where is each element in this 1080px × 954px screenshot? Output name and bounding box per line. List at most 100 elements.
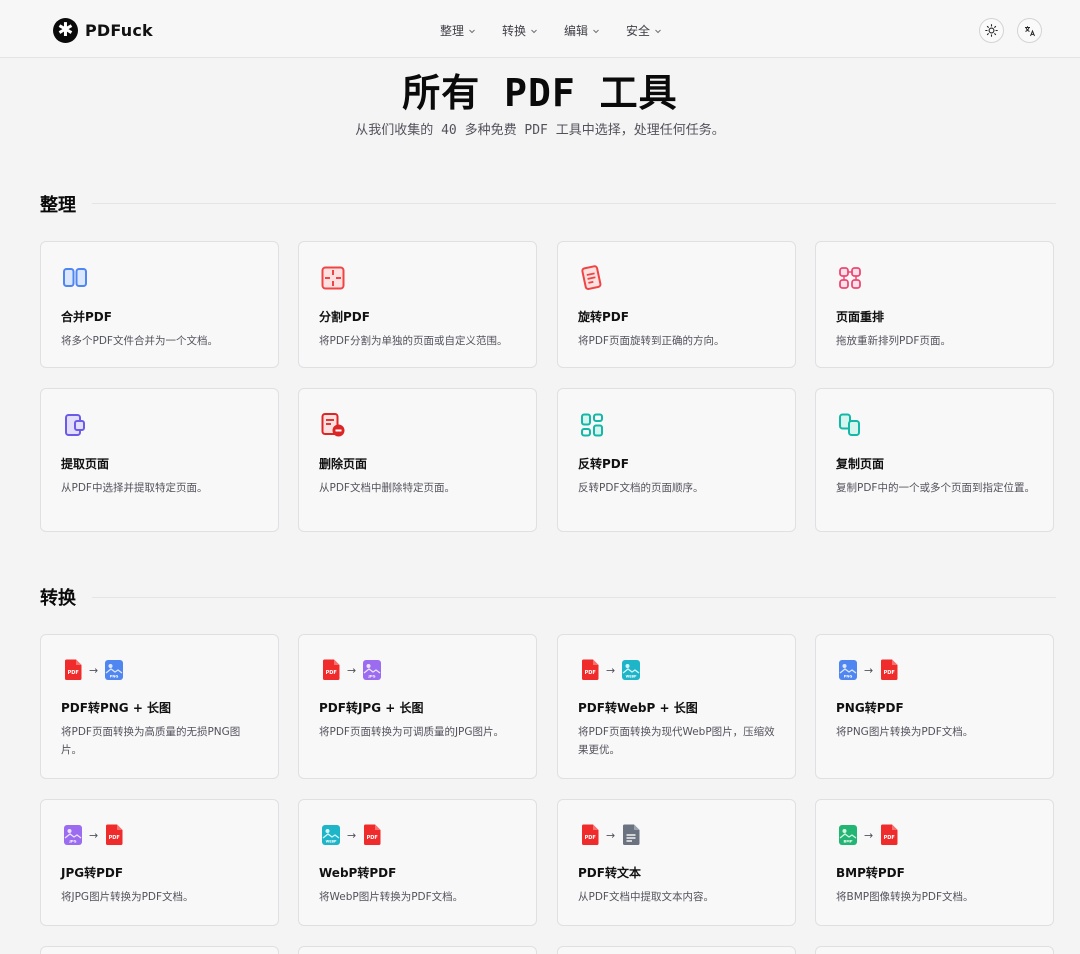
rotate-icon [581, 265, 602, 290]
tool-card-rotate[interactable]: 旋转PDF 将PDF页面旋转到正确的方向。 [557, 241, 796, 368]
tool-card-reverse[interactable]: 反转PDF 反转PDF文档的页面顺序。 [557, 388, 796, 532]
tool-card-jpg-to-pdf[interactable]: JPG → PDF JPG转PDF 将JPG图片转换为PDF文档。 [40, 799, 279, 926]
webp-image-icon: WEBP [622, 660, 641, 680]
tool-card-reorder[interactable]: 页面重排 拖放重新排列PDF页面。 [815, 241, 1054, 368]
jpg-image-icon: JPG [363, 660, 382, 680]
tool-card-pdf-to-webp[interactable]: PDF → WEBP PDF转WebP + 长图 将PDF页面转换为现代WebP… [557, 634, 796, 779]
svg-text:PDF: PDF [68, 670, 79, 676]
svg-text:PNG: PNG [110, 675, 119, 679]
card-description: 将PDF页面转换为现代WebP图片，压缩效果更优。 [578, 726, 775, 756]
section-divider [92, 597, 1056, 598]
tool-card-duplicate[interactable]: 复制页面 复制PDF中的一个或多个页面到指定位置。 [815, 388, 1054, 532]
conversion-icons: WEBP → PDF [321, 824, 382, 846]
card-title: PDF转文本 [578, 866, 641, 880]
card-description: 将PDF页面转换为可调质量的JPG图片。 [319, 726, 505, 738]
nav-convert[interactable]: 转换 [502, 22, 538, 39]
pdf-file-icon: PDF [364, 824, 381, 845]
card-description: 从PDF文档中删除特定页面。 [319, 482, 455, 494]
card-title: 提取页面 [61, 457, 110, 471]
tool-card-bmp-to-pdf[interactable]: BMP → PDF BMP转PDF 将BMP图像转换为PDF文档。 [815, 799, 1054, 926]
merge-icon [63, 268, 87, 287]
conversion-icons: PNG → PDF [838, 659, 899, 681]
chevron-down-icon [655, 29, 661, 33]
card-title: 合并PDF [61, 310, 112, 324]
svg-text:JPG: JPG [368, 675, 376, 679]
reverse-icon [581, 413, 603, 437]
duplicate-icon [839, 413, 860, 436]
chevron-down-icon [469, 29, 475, 33]
card-title: PDF转JPG + 长图 [319, 701, 424, 715]
text-file-icon [623, 824, 640, 845]
chevron-down-icon [593, 29, 599, 33]
conversion-icons: PDF → JPG [321, 659, 382, 681]
top-nav-bar: ✱ PDFuck 整理 转换 编辑 安全 [0, 0, 1080, 58]
arrow-right-icon: → [864, 828, 874, 842]
card-description: 将BMP图像转换为PDF文档。 [836, 891, 974, 903]
logo-text: PDFuck [85, 21, 153, 40]
svg-text:JPG: JPG [69, 840, 77, 844]
split-icon [321, 266, 345, 290]
arrow-right-icon: → [864, 663, 874, 677]
main-nav: 整理 转换 编辑 安全 [440, 22, 662, 39]
svg-text:PDF: PDF [109, 835, 120, 841]
extract-icon [65, 414, 85, 436]
arrow-right-icon: → [89, 663, 99, 677]
webp-image-icon: WEBP [322, 825, 340, 845]
tool-card-partial[interactable] [40, 946, 279, 954]
png-image-icon: PNG [839, 660, 857, 680]
tool-card-pdf-to-jpg[interactable]: PDF → JPG PDF转JPG + 长图 将PDF页面转换为可调质量的JPG… [298, 634, 537, 779]
tool-card-partial[interactable] [557, 946, 796, 954]
theme-toggle-button[interactable] [979, 18, 1004, 43]
nav-organize[interactable]: 整理 [440, 22, 476, 39]
nav-edit[interactable]: 编辑 [564, 22, 600, 39]
nav-security[interactable]: 安全 [626, 22, 662, 39]
card-description: 反转PDF文档的页面顺序。 [578, 482, 704, 494]
tool-card-extract[interactable]: 提取页面 从PDF中选择并提取特定页面。 [40, 388, 279, 532]
tool-card-partial[interactable] [298, 946, 537, 954]
card-description: 将PNG图片转换为PDF文档。 [836, 726, 974, 738]
card-title: 复制页面 [836, 457, 885, 471]
svg-text:PDF: PDF [367, 835, 378, 841]
translate-icon [1024, 25, 1035, 36]
card-description: 复制PDF中的一个或多个页面到指定位置。 [836, 482, 1035, 494]
arrow-right-icon: → [347, 663, 357, 677]
logo[interactable]: ✱ PDFuck [53, 18, 153, 43]
tool-card-webp-to-pdf[interactable]: WEBP → PDF WebP转PDF 将WebP图片转换为PDF文档。 [298, 799, 537, 926]
tool-card-delete-pages[interactable]: 删除页面 从PDF文档中删除特定页面。 [298, 388, 537, 532]
section-title-convert: 转换 [40, 588, 76, 609]
svg-text:PDF: PDF [585, 670, 596, 676]
svg-text:PDF: PDF [585, 835, 596, 841]
card-description: 将PDF页面转换为高质量的无损PNG图片。 [61, 726, 241, 756]
language-button[interactable] [1017, 18, 1042, 43]
tool-card-png-to-pdf[interactable]: PNG → PDF PNG转PDF 将PNG图片转换为PDF文档。 [815, 634, 1054, 779]
card-title: 删除页面 [319, 457, 368, 471]
card-description: 将WebP图片转换为PDF文档。 [319, 891, 464, 903]
card-description: 将多个PDF文件合并为一个文档。 [61, 335, 218, 347]
card-title: 旋转PDF [578, 310, 629, 324]
card-description: 将JPG图片转换为PDF文档。 [61, 891, 194, 903]
pdf-file-icon: PDF [881, 824, 898, 845]
svg-text:BMP: BMP [844, 840, 853, 844]
card-title: PNG转PDF [836, 701, 904, 715]
card-description: 将PDF页面旋转到正确的方向。 [578, 335, 725, 347]
pdf-file-icon: PDF [881, 659, 898, 680]
tool-card-split[interactable]: 分割PDF 将PDF分割为单独的页面或自定义范围。 [298, 241, 537, 368]
card-title: BMP转PDF [836, 866, 905, 880]
pdf-file-icon: PDF [65, 659, 82, 680]
conversion-icons: PDF → WEBP [580, 659, 641, 681]
tool-card-partial[interactable] [815, 946, 1054, 954]
svg-text:WEBP: WEBP [326, 840, 337, 844]
page-title: 所有 PDF 工具 [402, 71, 678, 115]
tool-card-pdf-to-text[interactable]: PDF → PDF转文本 从PDF文档中提取文本内容。 [557, 799, 796, 926]
conversion-icons: JPG → PDF [63, 824, 124, 846]
tool-card-pdf-to-png[interactable]: PDF → PNG PDF转PNG + 长图 将PDF页面转换为高质量的无损PN… [40, 634, 279, 779]
card-title: JPG转PDF [61, 866, 124, 880]
sun-icon [985, 24, 998, 37]
svg-text:WEBP: WEBP [626, 675, 637, 679]
asterisk-logo-icon: ✱ [53, 18, 78, 43]
pdf-file-icon: PDF [323, 659, 340, 680]
card-title: 反转PDF [578, 457, 629, 471]
arrow-right-icon: → [606, 828, 616, 842]
card-title: PDF转PNG + 长图 [61, 701, 172, 715]
tool-card-merge[interactable]: 合并PDF 将多个PDF文件合并为一个文档。 [40, 241, 279, 368]
